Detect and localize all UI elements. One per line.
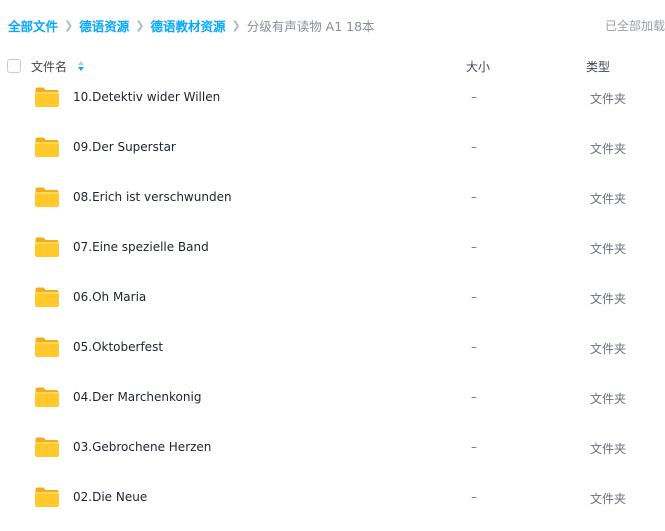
file-type: 文件夹 (590, 292, 627, 306)
file-name: 02.Die Neue (73, 490, 148, 504)
file-type: 文件夹 (590, 192, 627, 206)
file-size: – (471, 440, 477, 454)
file-row[interactable]: 10.Detektiv wider Willen – 文件夹 (0, 72, 665, 122)
folder-icon (35, 287, 59, 307)
chevron-right-icon: ❯ (64, 18, 74, 32)
file-row[interactable]: 03.Gebrochene Herzen – 文件夹 (0, 422, 665, 472)
file-size: – (471, 90, 477, 104)
file-row[interactable]: 09.Der Superstar – 文件夹 (0, 122, 665, 172)
file-size: – (471, 290, 477, 304)
breadcrumb-item-all-files[interactable]: 全部文件 (8, 16, 58, 35)
file-row[interactable]: 08.Erich ist verschwunden – 文件夹 (0, 172, 665, 222)
file-size: – (471, 140, 477, 154)
folder-icon (35, 87, 59, 107)
chevron-right-icon: ❯ (231, 18, 241, 32)
file-size: – (471, 490, 477, 504)
folder-icon (35, 187, 59, 207)
file-type: 文件夹 (590, 442, 627, 456)
file-row[interactable]: 04.Der Marchenkonig – 文件夹 (0, 372, 665, 422)
file-size: – (471, 240, 477, 254)
folder-icon (35, 337, 59, 357)
file-browser: 全部文件 ❯ 德语资源 ❯ 德语教材资源 ❯ 分级有声读物 A1 18本 已全部… (0, 0, 665, 531)
file-name: 06.Oh Maria (73, 290, 147, 304)
file-type: 文件夹 (590, 242, 627, 256)
file-row[interactable]: 06.Oh Maria – 文件夹 (0, 272, 665, 322)
file-name: 03.Gebrochene Herzen (73, 440, 212, 454)
file-size: – (471, 340, 477, 354)
folder-icon (35, 237, 59, 257)
breadcrumb: 全部文件 ❯ 德语资源 ❯ 德语教材资源 ❯ 分级有声读物 A1 18本 (8, 16, 375, 34)
file-type: 文件夹 (590, 342, 627, 356)
file-name: 07.Eine spezielle Band (73, 240, 209, 254)
breadcrumb-item-textbook-resources[interactable]: 德语教材资源 (150, 16, 225, 35)
breadcrumb-item-german-resources[interactable]: 德语资源 (79, 16, 129, 35)
file-row[interactable]: 05.Oktoberfest – 文件夹 (0, 322, 665, 372)
select-all-checkbox[interactable] (7, 59, 21, 73)
file-size: – (471, 390, 477, 404)
file-type: 文件夹 (590, 92, 627, 106)
sort-icon[interactable] (77, 60, 85, 72)
file-name: 09.Der Superstar (73, 140, 176, 154)
folder-icon (35, 437, 59, 457)
file-row[interactable]: 07.Eine spezielle Band – 文件夹 (0, 222, 665, 272)
file-name: 08.Erich ist verschwunden (73, 190, 232, 204)
load-status: 已全部加载 (604, 19, 665, 33)
file-type: 文件夹 (590, 492, 627, 506)
breadcrumb-current: 分级有声读物 A1 18本 (246, 18, 375, 34)
folder-icon (35, 487, 59, 507)
file-type: 文件夹 (590, 392, 627, 406)
chevron-right-icon: ❯ (135, 18, 145, 32)
folder-icon (35, 387, 59, 407)
file-list: 10.Detektiv wider Willen – 文件夹 09.Der Su… (0, 72, 665, 522)
file-name: 10.Detektiv wider Willen (73, 90, 221, 104)
file-size: – (471, 190, 477, 204)
file-name: 05.Oktoberfest (73, 340, 164, 354)
file-name: 04.Der Marchenkonig (73, 390, 202, 404)
file-type: 文件夹 (590, 142, 627, 156)
folder-icon (35, 137, 59, 157)
file-row[interactable]: 02.Die Neue – 文件夹 (0, 472, 665, 522)
